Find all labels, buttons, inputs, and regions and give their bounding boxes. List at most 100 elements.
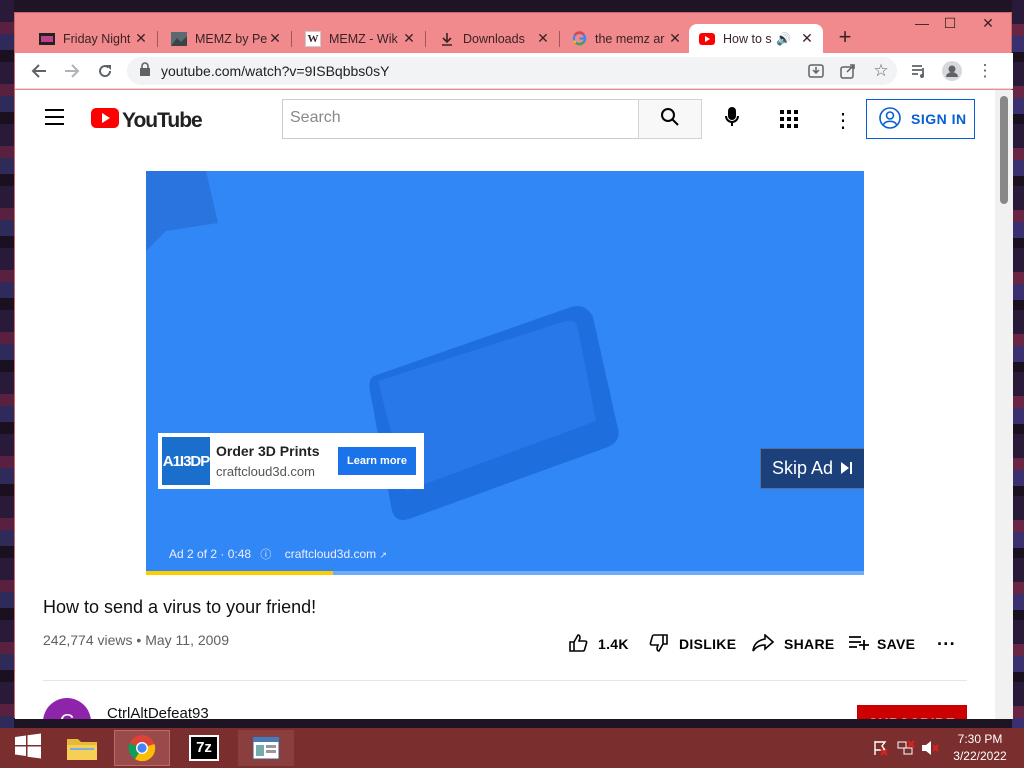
profile-avatar-icon[interactable] [940, 59, 964, 83]
more-actions-icon[interactable]: ··· [937, 630, 956, 658]
7zip-label: 7z [189, 735, 219, 761]
clock[interactable]: 7:30 PM 3/22/2022 [948, 728, 1012, 768]
start-button[interactable] [0, 730, 56, 766]
chrome-menu-icon[interactable]: ⋮ [973, 59, 997, 83]
youtube-icon [699, 31, 715, 47]
skip-ad-button[interactable]: Skip Ad [760, 448, 864, 489]
back-icon[interactable] [27, 59, 51, 83]
close-tab-icon[interactable]: ✕ [133, 30, 149, 47]
ad-progress-bar[interactable] [146, 571, 864, 575]
search-input[interactable]: Search [282, 99, 639, 139]
sign-in-button[interactable]: SIGN IN [866, 99, 975, 139]
address-bar[interactable]: youtube.com/watch?v=9ISBqbbs0sY [127, 57, 897, 85]
windows-logo-icon [15, 733, 41, 764]
bookmark-star-icon[interactable]: ☆ [869, 59, 893, 83]
dislike-button[interactable]: DISLIKE [649, 630, 736, 658]
youtube-page: YouTube Search ⋮ SIGN IN A1I3DP Order 3D… [15, 90, 1013, 719]
scrollbar-thumb[interactable] [1000, 96, 1008, 204]
apps-grid-icon[interactable] [780, 110, 798, 133]
tab-bar: Friday Night ✕ MEMZ by Pe ✕ W MEMZ - Wik… [15, 13, 1013, 53]
fnf-icon [39, 31, 55, 47]
youtube-logo[interactable]: YouTube [91, 108, 203, 133]
search-button[interactable] [638, 99, 702, 139]
image-icon [171, 31, 187, 47]
close-tab-icon[interactable]: ✕ [401, 30, 417, 47]
ad-artwork [146, 171, 619, 520]
channel-avatar[interactable]: C [43, 698, 91, 719]
chrome-icon[interactable] [114, 730, 170, 766]
ad-progress-fill [146, 571, 333, 575]
tab-friday-night[interactable]: Friday Night ✕ [29, 24, 158, 53]
youtube-wordmark: YouTube [122, 108, 203, 132]
reading-list-icon[interactable] [907, 59, 931, 83]
ad-domain: craftcloud3d.com [216, 464, 315, 479]
network-icon[interactable] [897, 740, 915, 768]
youtube-header: YouTube Search ⋮ SIGN IN [15, 90, 995, 146]
share-label: SHARE [784, 636, 835, 652]
lock-icon [139, 62, 151, 78]
wikipedia-icon: W [305, 30, 321, 47]
page-scrollbar[interactable] [995, 90, 1013, 719]
new-tab-button[interactable]: + [833, 26, 857, 50]
ad-overlay-card[interactable]: A1I3DP Order 3D Prints craftcloud3d.com … [158, 433, 424, 489]
close-tab-icon[interactable]: ✕ [799, 30, 815, 47]
ad-logo: A1I3DP [162, 437, 210, 485]
account-circle-icon [879, 106, 901, 132]
forward-icon[interactable] [60, 59, 84, 83]
maximize-icon[interactable]: ☐ [933, 13, 967, 35]
microphone-icon [725, 106, 739, 132]
tab-title: the memz ar [595, 31, 665, 46]
search-icon [660, 107, 680, 132]
share-page-icon[interactable] [836, 59, 860, 83]
file-explorer-icon[interactable] [54, 730, 110, 766]
ad-info: Ad 2 of 2 · 0:48 ⓘ craftcloud3d.com ↗ [169, 546, 387, 562]
clock-time: 7:30 PM [957, 732, 1003, 746]
voice-search-button[interactable] [712, 99, 752, 139]
share-arrow-icon [752, 632, 775, 655]
ad-counter: Ad 2 of 2 · 0:48 [169, 547, 252, 561]
like-button[interactable]: 1.4K [568, 630, 629, 658]
action-center-flag-icon[interactable] [872, 740, 888, 768]
tab-memz-wiki[interactable]: W MEMZ - Wik ✕ [295, 24, 426, 53]
info-icon[interactable]: ⓘ [260, 549, 271, 561]
close-tab-icon[interactable]: ✕ [267, 30, 283, 47]
sign-in-label: SIGN IN [911, 111, 967, 127]
save-label: SAVE [877, 636, 916, 652]
youtube-play-icon [91, 108, 119, 133]
7zip-icon[interactable]: 7z [176, 730, 232, 766]
tab-title: MEMZ - Wik [329, 31, 398, 46]
channel-name[interactable]: CtrlAltDefeat93 [107, 705, 209, 719]
close-tab-icon[interactable]: ✕ [535, 30, 551, 47]
volume-muted-icon[interactable] [921, 740, 939, 768]
chrome-window: Friday Night ✕ MEMZ by Pe ✕ W MEMZ - Wik… [14, 12, 1013, 719]
video-player[interactable]: A1I3DP Order 3D Prints craftcloud3d.com … [146, 171, 864, 575]
ad-title: Order 3D Prints [216, 443, 320, 459]
install-app-icon[interactable] [804, 59, 828, 83]
tab-title: MEMZ by Pe [195, 31, 267, 46]
speaker-icon[interactable]: 🔊 [776, 32, 791, 46]
tab-memz-by-pe[interactable]: MEMZ by Pe ✕ [161, 24, 292, 53]
google-icon [571, 31, 587, 47]
subscribe-button[interactable]: SUBSCRIBE [857, 705, 967, 719]
tab-downloads[interactable]: Downloads ✕ [429, 24, 560, 53]
window-app-icon[interactable] [238, 730, 294, 766]
tab-title: Friday Night [63, 31, 131, 46]
share-button[interactable]: SHARE [752, 630, 835, 658]
thumbs-up-icon [568, 633, 588, 656]
ad-link[interactable]: craftcloud3d.com [285, 547, 376, 561]
external-link-icon: ↗ [379, 550, 388, 560]
save-button[interactable]: SAVE [849, 630, 915, 658]
tab-title: Downloads [463, 31, 525, 46]
reload-icon[interactable] [93, 59, 117, 83]
tab-google-memz[interactable]: the memz ar ✕ [561, 24, 691, 53]
learn-more-button[interactable]: Learn more [338, 447, 416, 475]
windows-taskbar: 7z 7:30 PM 3/22/2022 [0, 728, 1024, 768]
tab-youtube-active[interactable]: How to s 🔊 ✕ [689, 24, 823, 53]
hamburger-menu-icon[interactable] [45, 109, 65, 130]
close-window-icon[interactable]: ✕ [971, 13, 1005, 35]
like-count: 1.4K [598, 636, 629, 652]
settings-more-icon[interactable]: ⋮ [833, 108, 853, 133]
clock-date: 3/22/2022 [953, 749, 1007, 763]
close-tab-icon[interactable]: ✕ [667, 30, 683, 47]
tab-title: How to s [723, 31, 772, 46]
